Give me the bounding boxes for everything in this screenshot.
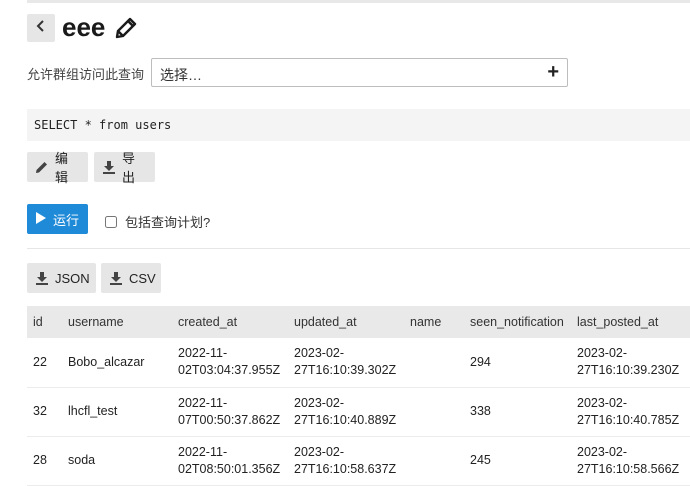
run-button-label: 运行	[53, 212, 80, 228]
table-cell: 245	[470, 453, 491, 467]
pencil-icon	[35, 160, 49, 174]
download-icon	[102, 160, 116, 174]
column-header[interactable]: seen_notification	[464, 306, 571, 338]
table-row: 32 lhcfl_test 2022-11-07T00:50:37.862Z 2…	[27, 387, 690, 436]
table-cell	[404, 436, 464, 485]
export-button[interactable]: 导出	[94, 151, 155, 185]
table-row: 28 soda 2022-11-02T08:50:01.356Z 2023-02…	[27, 436, 690, 485]
divider	[27, 248, 690, 249]
pencil-icon[interactable]	[113, 15, 139, 41]
table-cell: 22	[33, 354, 47, 369]
table-cell: 2023-02-27T16:10:40.785Z	[577, 395, 680, 427]
explain-checkbox[interactable]	[105, 215, 117, 228]
explain-option[interactable]: 包括查询计划?	[105, 212, 210, 231]
table-cell: 294	[470, 354, 491, 369]
table-cell: Bobo_alcazar	[68, 354, 145, 369]
download-icon	[109, 271, 123, 285]
table-cell: 338	[470, 404, 491, 418]
table-cell: 2023-02-27T16:10:39.302Z	[294, 346, 397, 378]
table-cell: lhcfl_test	[68, 404, 118, 418]
column-header[interactable]: name	[404, 306, 464, 338]
table-cell: 2022-11-02T08:50:01.356Z	[178, 444, 281, 476]
column-header[interactable]: created_at	[172, 306, 288, 338]
download-json-label: JSON	[55, 270, 90, 286]
download-json-button[interactable]: JSON	[27, 263, 96, 293]
explain-label: 包括查询计划?	[125, 215, 211, 230]
sql-text: SELECT * from users	[34, 118, 172, 132]
export-button-label: 导出	[122, 151, 136, 185]
table-cell: 2023-02-27T16:10:40.889Z	[294, 395, 397, 427]
column-header[interactable]: id	[27, 306, 62, 338]
page-title-row: eee	[62, 12, 139, 43]
sql-display: SELECT * from users	[27, 109, 690, 141]
column-header[interactable]: username	[62, 306, 172, 338]
column-header[interactable]: updated_at	[288, 306, 404, 338]
download-csv-button[interactable]: CSV	[101, 263, 161, 293]
table-cell: 2022-11-02T03:04:37.955Z	[178, 346, 281, 378]
group-select[interactable]: 选择… +	[151, 58, 568, 87]
plus-icon[interactable]: +	[547, 61, 559, 84]
edit-button-label: 编辑	[55, 151, 69, 185]
table-cell	[404, 387, 464, 436]
table-cell: soda	[68, 453, 96, 467]
results-table-container: id username created_at updated_at name s…	[27, 306, 690, 486]
page-title: eee	[62, 12, 106, 42]
edit-button[interactable]: 编辑	[27, 151, 88, 185]
top-border	[27, 0, 690, 3]
group-access-label: 允许群组访问此查询	[27, 67, 145, 82]
table-cell	[404, 338, 464, 387]
download-csv-label: CSV	[129, 270, 156, 286]
play-icon	[35, 211, 47, 228]
table-cell: 32	[33, 404, 47, 418]
chevron-left-icon	[36, 19, 46, 37]
group-select-placeholder: 选择…	[160, 67, 202, 83]
back-button[interactable]	[27, 14, 55, 42]
table-cell: 2023-02-27T16:10:39.230Z	[577, 346, 680, 378]
table-cell: 2022-11-07T00:50:37.862Z	[178, 395, 281, 427]
results-table: id username created_at updated_at name s…	[27, 306, 690, 486]
table-row: 22 Bobo_alcazar 2022-11-02T03:04:37.955Z…	[27, 338, 690, 387]
table-cell: 28	[33, 453, 47, 467]
table-cell: 2023-02-27T16:10:58.566Z	[577, 444, 680, 476]
column-header[interactable]: last_posted_at	[571, 306, 690, 338]
table-cell: 2023-02-27T16:10:58.637Z	[294, 444, 397, 476]
run-button[interactable]: 运行	[27, 204, 88, 234]
table-header-row: id username created_at updated_at name s…	[27, 306, 690, 338]
download-icon	[35, 271, 49, 285]
